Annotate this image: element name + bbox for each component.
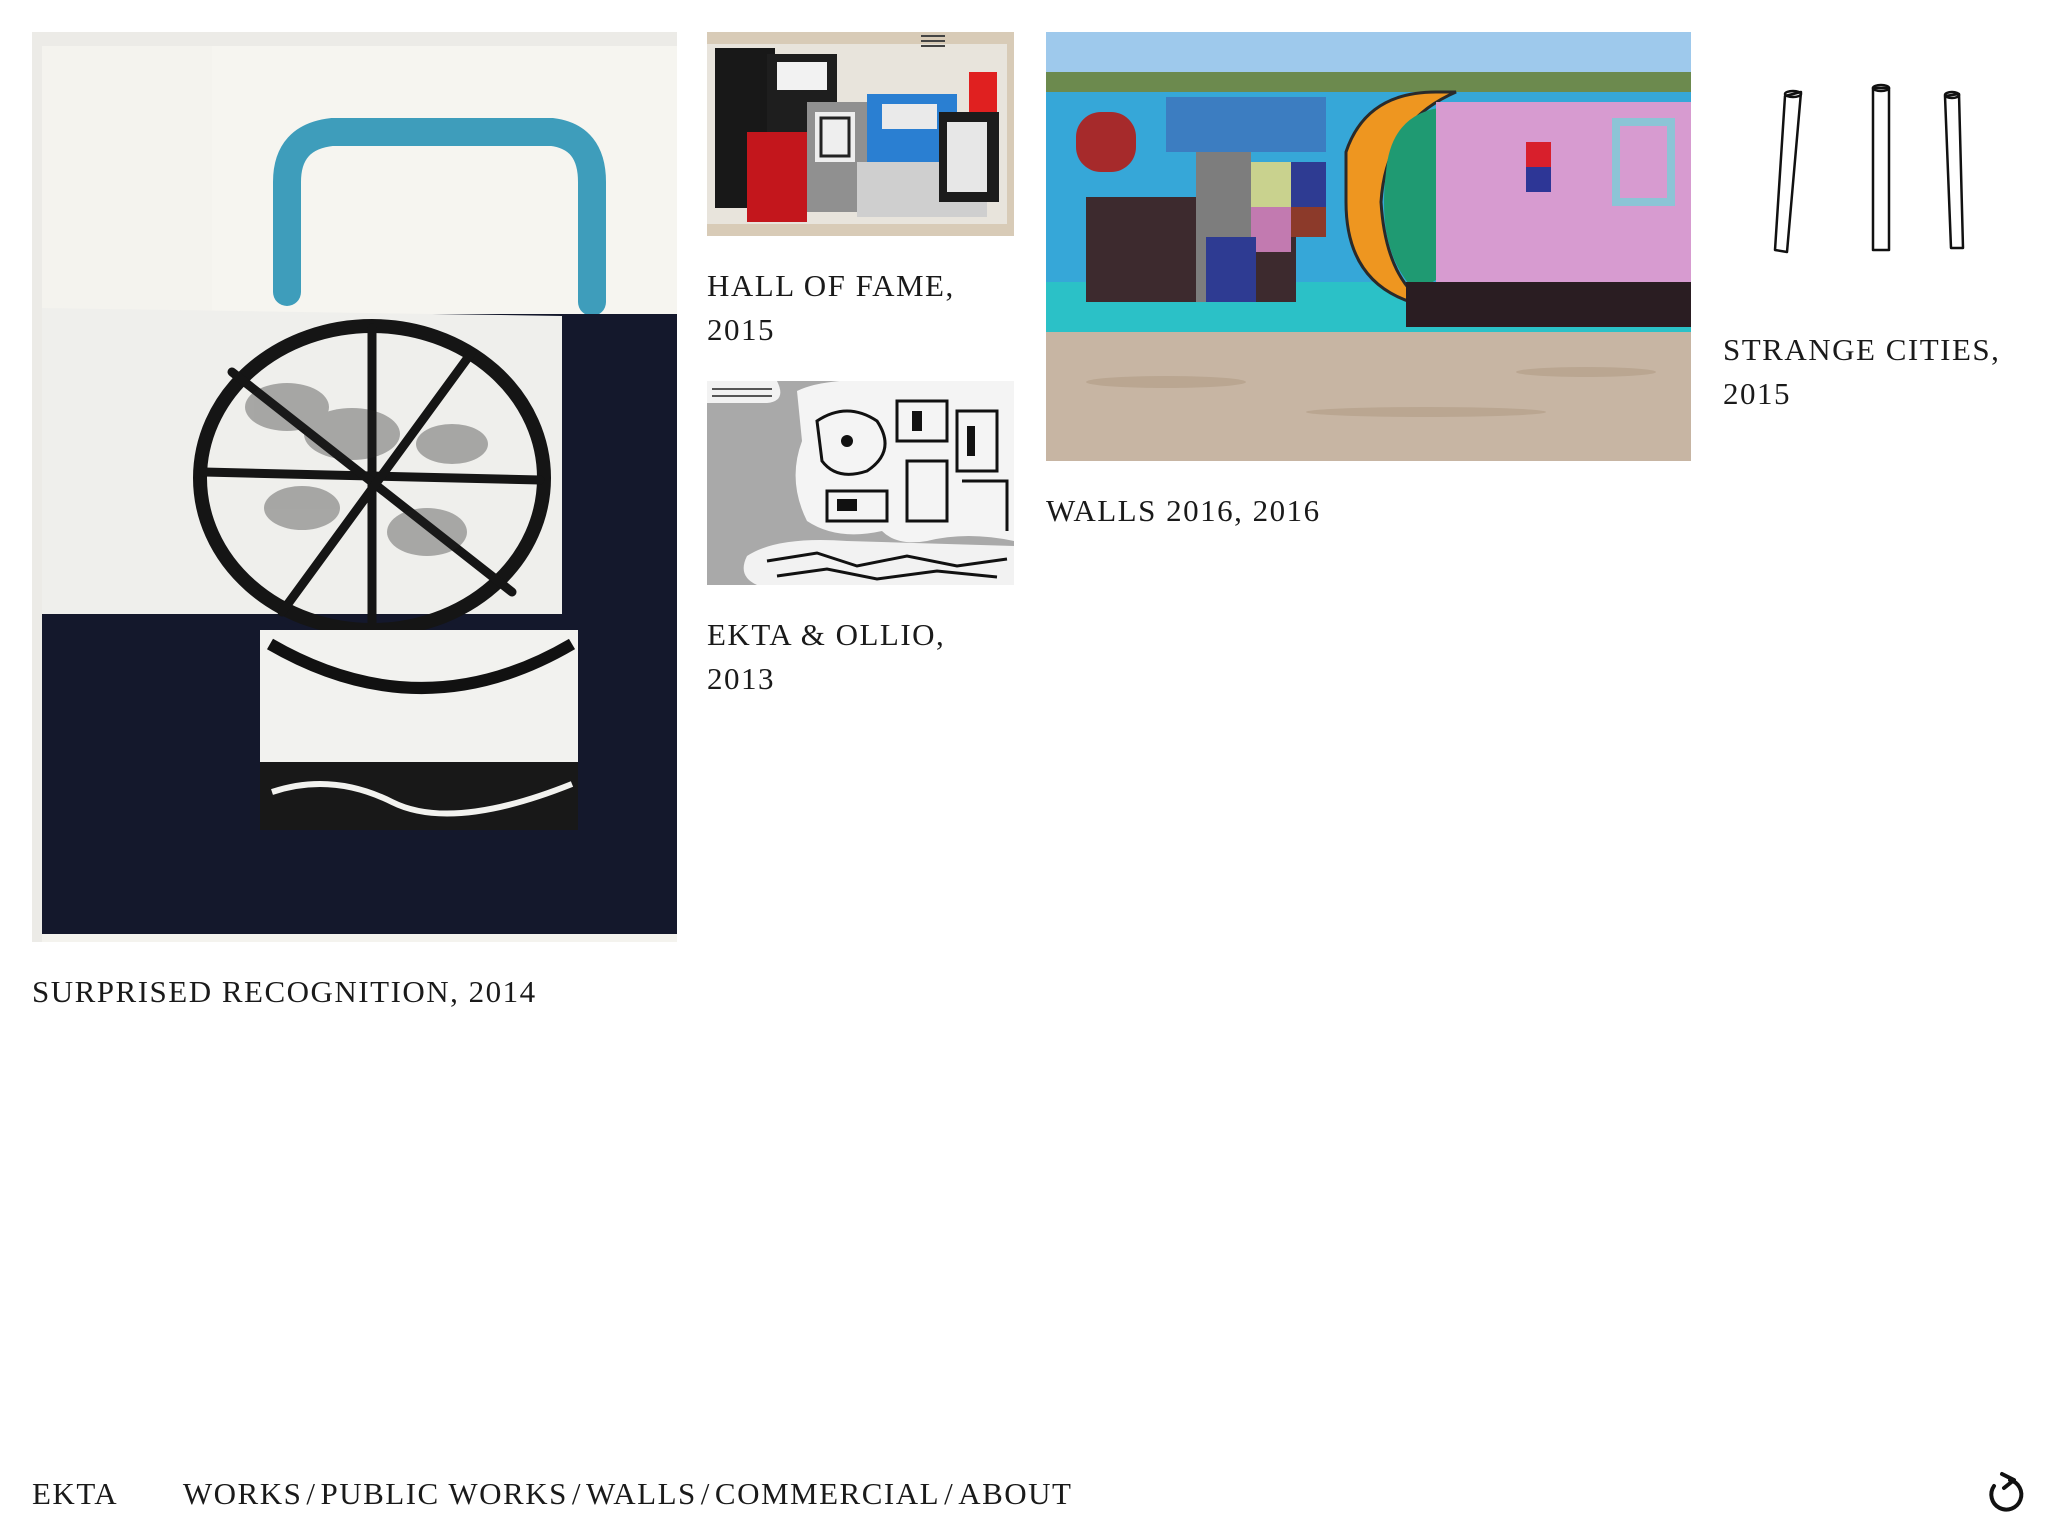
work-caption: SURPRISED RECOGNITION, 2014 (32, 970, 677, 1014)
caption-line: EKTA & OLLIO, (707, 617, 946, 652)
work-walls-2016[interactable]: WALLS 2016, 2016 (1046, 32, 1691, 533)
work-caption: STRANGE CITIES, 2015 (1723, 328, 2023, 416)
caption-line: 2015 (707, 312, 775, 347)
artwork-image-hall-of-fame[interactable] (707, 32, 1014, 236)
work-hall-of-fame[interactable]: HALL OF FAME, 2015 (707, 32, 1014, 352)
caption-line: WALLS 2016, 2016 (1046, 493, 1321, 528)
work-caption: HALL OF FAME, 2015 (707, 264, 1014, 352)
nav-separator: / (700, 1476, 711, 1511)
nav-walls[interactable]: WALLS (586, 1476, 697, 1511)
artwork-image-ekta-and-ollio[interactable] (707, 381, 1014, 585)
work-caption: EKTA & OLLIO, 2013 (707, 613, 1014, 701)
caption-line: STRANGE CITIES, (1723, 332, 2001, 367)
site-brand-link[interactable]: EKTA (32, 1472, 118, 1516)
caption-line: 2015 (1723, 376, 1791, 411)
footer-nav: EKTA WORKS / PUBLIC WORKS / WALLS / COMMERCIAL… (32, 1472, 1072, 1516)
work-ekta-and-ollio[interactable]: EKTA & OLLIO, 2013 (707, 381, 1014, 701)
nav-about[interactable]: ABOUT (958, 1476, 1072, 1511)
nav-commercial[interactable]: COMMERCIAL (715, 1476, 940, 1511)
nav-works[interactable]: WORKS (183, 1476, 302, 1511)
caption-line: SURPRISED RECOGNITION, 2014 (32, 974, 537, 1009)
nav-separator: / (944, 1476, 955, 1511)
nav-separator: / (306, 1476, 317, 1511)
nav-public-works[interactable]: PUBLIC WORKS (320, 1476, 567, 1511)
work-strange-cities[interactable]: STRANGE CITIES, 2015 (1723, 32, 2023, 416)
artwork-image-strange-cities[interactable] (1723, 32, 2023, 306)
caption-line: HALL OF FAME, (707, 268, 955, 303)
artwork-image-walls-2016[interactable] (1046, 32, 1691, 461)
caption-line: 2013 (707, 661, 775, 696)
work-caption: WALLS 2016, 2016 (1046, 489, 1691, 533)
artwork-image-surprised-recognition[interactable] (32, 32, 677, 942)
nav-separator: / (571, 1476, 582, 1511)
work-surprised-recognition[interactable]: SURPRISED RECOGNITION, 2014 (32, 32, 677, 1014)
reload-icon[interactable] (1984, 1470, 2026, 1516)
